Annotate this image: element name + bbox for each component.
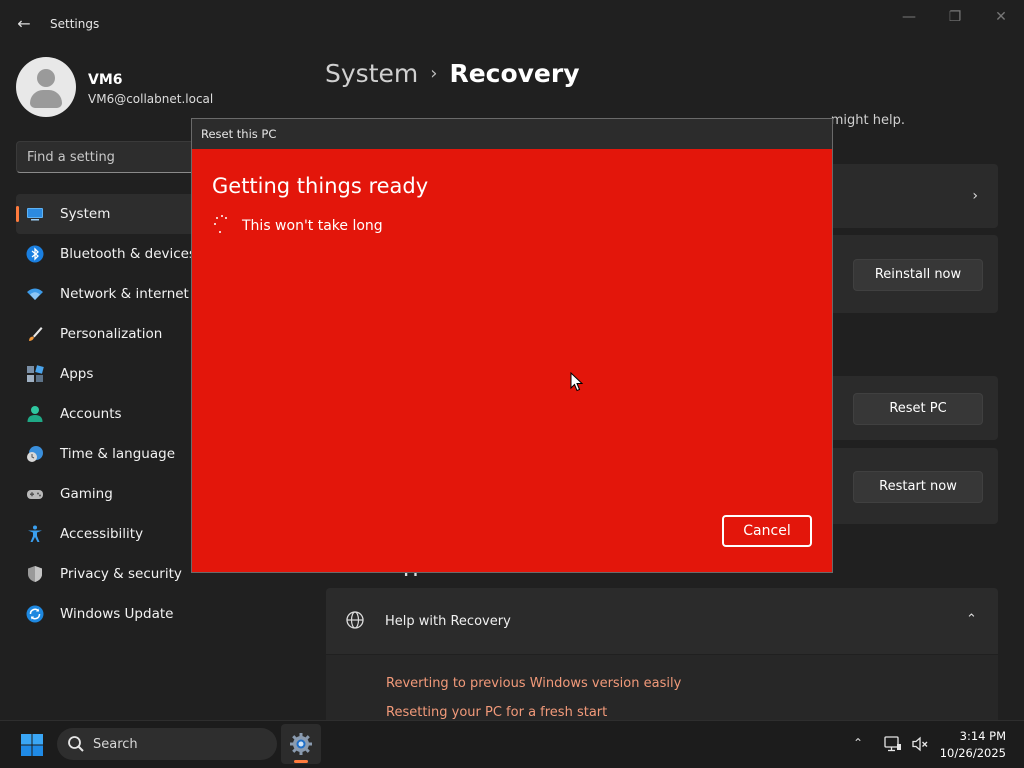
help-link-reset[interactable]: Resetting your PC for a fresh start <box>386 705 607 720</box>
volume-muted-icon[interactable] <box>911 735 929 753</box>
globe-clock-icon <box>27 446 43 462</box>
restart-now-button[interactable]: Restart now <box>853 471 983 503</box>
sidebar-item-gaming[interactable]: Gaming <box>16 474 192 514</box>
search-input[interactable]: Find a setting <box>16 141 192 173</box>
back-button[interactable]: ← <box>14 14 34 34</box>
wifi-icon <box>27 288 43 300</box>
bluetooth-icon <box>26 245 44 263</box>
sidebar-item-windows-update[interactable]: Windows Update <box>16 594 192 634</box>
sidebar-item-label: Time & language <box>60 446 176 462</box>
sidebar-item-label: Apps <box>60 366 94 382</box>
taskbar-search[interactable] <box>57 728 277 760</box>
gamepad-icon <box>27 490 43 499</box>
sidebar-item-label: Windows Update <box>60 606 174 622</box>
sidebar-item-privacy-security[interactable]: Privacy & security <box>16 554 192 594</box>
sidebar-item-label: Network & internet <box>60 286 189 302</box>
dialog-title: Reset this PC <box>201 127 277 141</box>
active-app-indicator <box>294 760 308 763</box>
avatar-body-icon <box>30 90 62 108</box>
reset-pc-button[interactable]: Reset PC <box>853 393 983 425</box>
maximize-button[interactable]: ❐ <box>932 6 978 28</box>
title-bar: ← Settings — ❐ ✕ <box>0 0 1024 48</box>
cancel-button[interactable]: Cancel <box>722 515 812 547</box>
show-hidden-icons-button[interactable]: ⌃ <box>853 736 863 750</box>
breadcrumb: System › Recovery <box>325 59 580 88</box>
brush-icon <box>29 327 43 341</box>
help-link-revert[interactable]: Reverting to previous Windows version ea… <box>386 676 681 691</box>
user-email: VM6@collabnet.local <box>88 92 214 106</box>
sidebar-item-system[interactable]: System <box>16 194 192 234</box>
dialog-title-bar[interactable]: Reset this PC <box>192 119 832 149</box>
app-title: Settings <box>50 17 100 31</box>
breadcrumb-separator: › <box>430 63 438 84</box>
avatar-head-icon <box>37 69 55 87</box>
close-button[interactable]: ✕ <box>978 6 1024 28</box>
sidebar-item-label: Privacy & security <box>60 566 182 582</box>
taskbar-search-label: Search <box>93 737 138 752</box>
sidebar-item-label: Accessibility <box>60 526 144 542</box>
windows-start-icon[interactable] <box>20 733 44 757</box>
accessibility-icon <box>28 525 42 542</box>
network-icon[interactable] <box>884 735 902 753</box>
reset-pc-dialog: Reset this PC Getting things ready This … <box>191 118 833 573</box>
apps-icon <box>27 365 44 382</box>
shield-icon <box>28 566 42 582</box>
sidebar-item-label: System <box>60 206 111 222</box>
monitor-icon <box>27 208 43 221</box>
dialog-subtext: This won't take long <box>242 218 383 234</box>
sidebar-item-network[interactable]: Network & internet <box>16 274 192 314</box>
minimize-button[interactable]: — <box>886 6 932 28</box>
user-name: VM6 <box>88 72 123 88</box>
sidebar-item-accessibility[interactable]: Accessibility <box>16 514 192 554</box>
sidebar-item-bluetooth[interactable]: Bluetooth & devices <box>16 234 196 274</box>
sidebar-item-label: Accounts <box>60 406 122 422</box>
sidebar-item-label: Gaming <box>60 486 113 502</box>
sidebar-item-time-language[interactable]: Time & language <box>16 434 192 474</box>
person-icon <box>27 406 43 422</box>
clock-date[interactable]: 10/26/2025 <box>938 746 1006 760</box>
search-icon <box>68 736 84 752</box>
sidebar-item-accounts[interactable]: Accounts <box>16 394 192 434</box>
mouse-cursor-icon <box>570 372 584 392</box>
breadcrumb-parent[interactable]: System <box>325 59 418 88</box>
sidebar-item-apps[interactable]: Apps <box>16 354 192 394</box>
dialog-heading: Getting things ready <box>212 174 429 198</box>
sidebar-item-label: Bluetooth & devices <box>60 246 197 262</box>
loading-spinner-icon <box>214 215 230 235</box>
chevron-right-icon: › <box>972 188 978 204</box>
help-with-recovery-label: Help with Recovery <box>385 614 511 629</box>
sidebar-nav: System Bluetooth & devices Network & int… <box>16 194 196 634</box>
reinstall-now-button[interactable]: Reinstall now <box>853 259 983 291</box>
page-title: Recovery <box>449 59 580 88</box>
update-icon <box>26 605 44 623</box>
globe-icon <box>346 611 364 629</box>
avatar[interactable] <box>16 57 76 117</box>
gear-icon <box>290 733 312 755</box>
chevron-up-icon[interactable]: ⌃ <box>966 612 977 627</box>
sidebar-item-label: Personalization <box>60 326 163 342</box>
clock-time[interactable]: 3:14 PM <box>950 729 1006 743</box>
sidebar-item-personalization[interactable]: Personalization <box>16 314 192 354</box>
